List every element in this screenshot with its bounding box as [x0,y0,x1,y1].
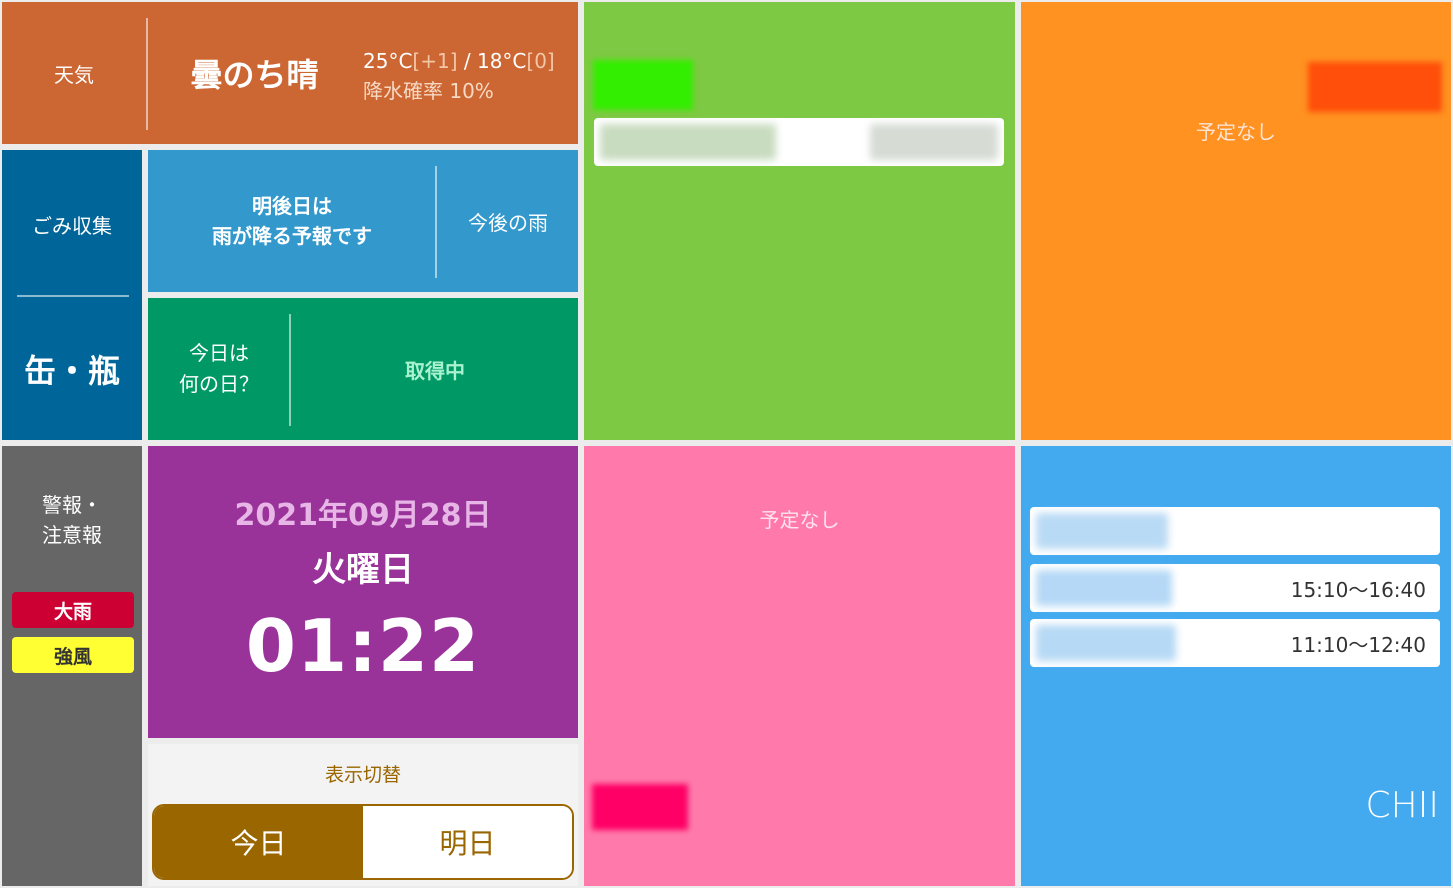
event-time-redacted [870,124,998,160]
alerts-label: 警報・ 注意報 [2,490,142,550]
alert-badge-strong-wind: 強風 [12,637,134,673]
no-events-text: 予定なし [759,508,840,532]
rain-forecast-panel: 明後日は 雨が降る予報です 今後の雨 [148,150,578,292]
temperature-line: 25°C[+1] / 18°C[0] [363,46,555,76]
what-day-status: 取得中 [405,358,465,383]
day-of-week: 火曜日 [312,550,414,590]
garbage-panel: ごみ収集 缶・瓶 [2,150,142,440]
no-events-text: 予定なし [1196,120,1276,144]
current-time: 01:22 [245,604,481,688]
garbage-label: ごみ収集 [32,213,112,238]
event-title-redacted [1036,570,1172,606]
high-temp-diff: [+1] [412,49,458,73]
divider [146,18,148,130]
display-toggle: 今日 明日 [152,804,574,880]
event-card[interactable]: 15:10〜16:40 [1030,564,1440,612]
calendar-panel-orange: 予定なし [1021,2,1451,440]
low-temp: 18°C [476,49,527,73]
calendar-name-tag [593,60,693,110]
high-temp: 25°C [363,49,413,73]
temp-separator: / [457,49,477,73]
display-toggle-label: 表示切替 [324,764,401,786]
calendar-owner-name: CHII [1365,785,1439,826]
low-temp-diff: [0] [526,49,555,73]
alerts-panel: 警報・ 注意報 大雨 強風 [2,446,142,886]
event-time: 11:10〜12:40 [1290,632,1426,657]
calendar-panel-pink: 予定なし [584,446,1015,886]
calendar-panel-blue: 15:10〜16:40 11:10〜12:40 CHII [1021,446,1451,886]
rain-message-line1: 明後日は [252,194,332,218]
calendar-panel-green [584,2,1015,440]
alerts-label-line2: 注意報 [42,523,102,547]
weather-condition: 曇のち晴 [190,56,319,94]
toggle-tomorrow-button[interactable]: 明日 [363,806,572,878]
event-card[interactable] [594,118,1004,166]
alerts-label-line1: 警報・ [42,493,102,517]
display-toggle-panel: 表示切替 今日 明日 [148,744,578,886]
event-time: 15:10〜16:40 [1290,577,1426,602]
event-title-redacted [600,124,776,160]
event-title-redacted [1036,625,1176,661]
divider [17,295,129,297]
current-date: 2021年09月28日 [234,498,492,533]
calendar-name-tag [592,784,688,830]
divider [289,314,291,426]
what-day-label: 今日は 何の日？ [148,298,290,440]
rain-message-line2: 雨が降る予報です [212,224,372,248]
alert-badge-heavy-rain: 大雨 [12,592,134,628]
weather-label: 天気 [54,62,94,87]
event-card[interactable]: 11:10〜12:40 [1030,619,1440,667]
event-card[interactable] [1030,507,1440,555]
rain-forecast-message: 明後日は 雨が降る予報です [148,150,436,292]
divider [435,166,437,278]
weather-panel: 天気 曇のち晴 25°C[+1] / 18°C[0] 降水確率 10% [2,2,578,144]
what-day-label-line2: 何の日？ [179,372,259,396]
future-rain-button[interactable]: 今後の雨 [438,150,578,292]
toggle-today-button[interactable]: 今日 [154,806,363,878]
garbage-type: 缶・瓶 [23,352,120,390]
rain-probability: 降水確率 10% [363,79,494,103]
calendar-name-tag [1308,62,1442,112]
what-day-panel: 今日は 何の日？ 取得中 [148,298,578,440]
event-title-redacted [1036,513,1168,549]
what-day-label-line1: 今日は [189,341,249,365]
temperature-block: 25°C[+1] / 18°C[0] 降水確率 10% [363,46,555,106]
clock-panel: 2021年09月28日 火曜日 01:22 [148,446,578,738]
